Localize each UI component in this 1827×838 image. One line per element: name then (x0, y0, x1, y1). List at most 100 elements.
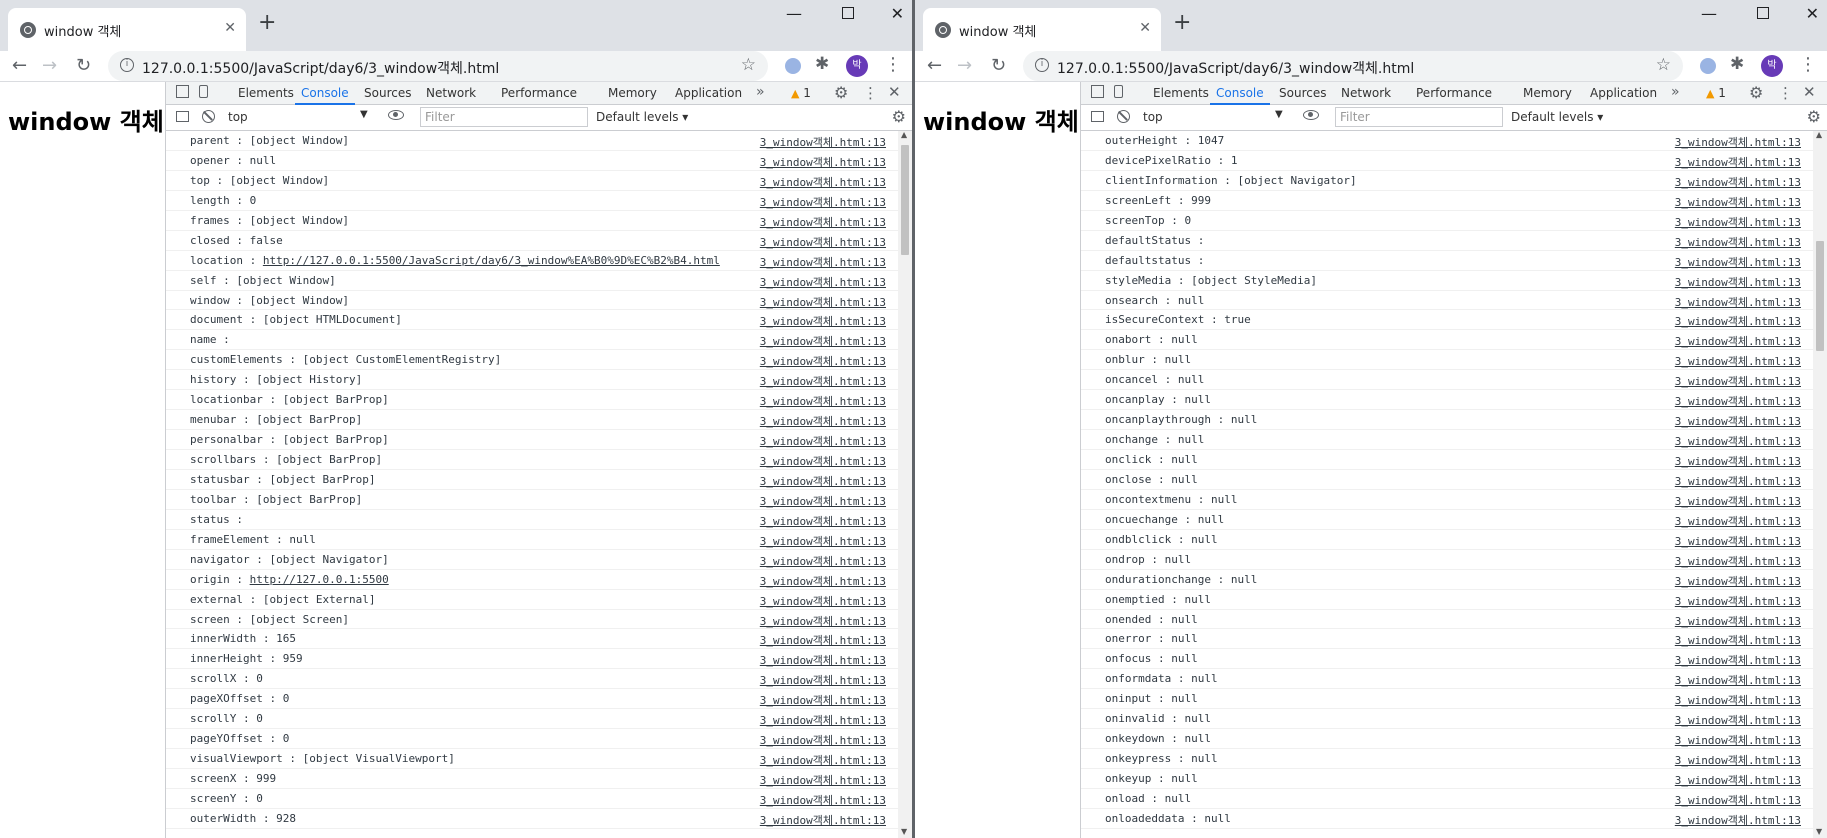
live-expression-eye-icon[interactable] (388, 110, 404, 120)
devtools-menu-icon[interactable]: ⋮ (863, 84, 878, 102)
more-tabs-icon[interactable]: » (1671, 84, 1680, 100)
source-link[interactable]: 3_window객체.html:13 (1675, 453, 1801, 469)
devtools-tab-performance[interactable]: Performance (501, 86, 577, 100)
source-link[interactable]: 3_window객체.html:13 (1675, 613, 1801, 629)
devtools-menu-icon[interactable]: ⋮ (1778, 84, 1793, 102)
source-link[interactable]: 3_window객체.html:13 (760, 593, 886, 609)
reload-icon[interactable]: ↻ (76, 55, 91, 76)
source-link[interactable]: 3_window객체.html:13 (1675, 553, 1801, 569)
context-selector[interactable]: top (1143, 110, 1163, 124)
window-close-icon[interactable]: ✕ (891, 4, 904, 23)
property-value-link[interactable]: http://127.0.0.1:5500 (250, 573, 389, 586)
source-link[interactable]: 3_window객체.html:13 (1675, 333, 1801, 349)
source-link[interactable]: 3_window객체.html:13 (760, 672, 886, 688)
devtools-settings-icon[interactable]: ⚙ (834, 83, 848, 102)
source-link[interactable]: 3_window객체.html:13 (760, 493, 886, 509)
warning-counter[interactable]: ▲ 1 (791, 86, 811, 100)
inspect-element-icon[interactable] (1091, 85, 1104, 98)
source-link[interactable]: 3_window객체.html:13 (760, 752, 886, 768)
source-link[interactable]: 3_window객체.html:13 (760, 274, 886, 290)
devtools-tab-memory[interactable]: Memory (1523, 86, 1572, 100)
browser-tab[interactable]: window 객체 ✕ (8, 8, 246, 51)
omnibox[interactable]: i 127.0.0.1:5500/JavaScript/day6/3_windo… (1023, 51, 1683, 81)
device-toolbar-icon[interactable] (1114, 85, 1123, 98)
source-link[interactable]: 3_window객체.html:13 (1675, 413, 1801, 429)
source-link[interactable]: 3_window객체.html:13 (1675, 393, 1801, 409)
scrollbar-thumb[interactable] (1816, 241, 1824, 351)
source-link[interactable]: 3_window객체.html:13 (1675, 493, 1801, 509)
minimize-icon[interactable]: — (786, 4, 802, 23)
devtools-tab-elements[interactable]: Elements (238, 86, 294, 100)
console-scrollbar[interactable]: ▼ ▼ (1813, 131, 1827, 838)
source-link[interactable]: 3_window객체.html:13 (760, 214, 886, 230)
source-link[interactable]: 3_window객체.html:13 (760, 134, 886, 150)
source-link[interactable]: 3_window객체.html:13 (760, 712, 886, 728)
source-link[interactable]: 3_window객체.html:13 (1675, 573, 1801, 589)
property-value-link[interactable]: http://127.0.0.1:5500/JavaScript/day6/3_… (263, 254, 720, 267)
inspect-element-icon[interactable] (176, 85, 189, 98)
back-arrow-icon[interactable]: ← (927, 55, 942, 76)
forward-arrow-icon[interactable]: → (957, 55, 972, 76)
source-link[interactable]: 3_window객체.html:13 (1675, 672, 1801, 688)
source-link[interactable]: 3_window객체.html:13 (760, 194, 886, 210)
source-link[interactable]: 3_window객체.html:13 (1675, 652, 1801, 668)
source-link[interactable]: 3_window객체.html:13 (760, 632, 886, 648)
back-arrow-icon[interactable]: ← (12, 55, 27, 76)
source-link[interactable]: 3_window객체.html:13 (1675, 513, 1801, 529)
source-link[interactable]: 3_window객체.html:13 (1675, 772, 1801, 788)
source-link[interactable]: 3_window객체.html:13 (760, 692, 886, 708)
source-link[interactable]: 3_window객체.html:13 (760, 313, 886, 329)
chevron-down-icon[interactable]: ▼ (1275, 109, 1283, 120)
source-link[interactable]: 3_window객체.html:13 (1675, 373, 1801, 389)
source-link[interactable]: 3_window객체.html:13 (760, 573, 886, 589)
devtools-tab-network[interactable]: Network (426, 86, 476, 100)
clear-console-icon[interactable] (202, 110, 215, 123)
forward-arrow-icon[interactable]: → (42, 55, 57, 76)
tab-close-icon[interactable]: ✕ (1139, 20, 1151, 36)
browser-menu-icon[interactable]: ⋮ (1799, 54, 1817, 75)
extension-icon[interactable] (1700, 58, 1716, 74)
source-link[interactable]: 3_window객체.html:13 (760, 174, 886, 190)
source-link[interactable]: 3_window객체.html:13 (1675, 194, 1801, 210)
clear-console-icon[interactable] (1117, 110, 1130, 123)
scroll-down-icon[interactable]: ▼ (901, 827, 907, 836)
profile-avatar[interactable]: 박 (846, 55, 868, 77)
source-link[interactable]: 3_window객체.html:13 (760, 533, 886, 549)
devtools-tab-console[interactable]: Console (1210, 86, 1270, 105)
source-link[interactable]: 3_window객체.html:13 (1675, 313, 1801, 329)
source-link[interactable]: 3_window객체.html:13 (760, 732, 886, 748)
minimize-icon[interactable]: — (1701, 4, 1717, 23)
source-link[interactable]: 3_window객체.html:13 (760, 772, 886, 788)
new-tab-icon[interactable]: + (1173, 12, 1191, 34)
scroll-up-icon[interactable]: ▼ (901, 131, 907, 140)
console-filter-input[interactable] (1335, 107, 1503, 127)
devtools-close-icon[interactable]: ✕ (888, 83, 901, 101)
source-link[interactable]: 3_window객체.html:13 (1675, 632, 1801, 648)
devtools-tab-elements[interactable]: Elements (1153, 86, 1209, 100)
live-expression-eye-icon[interactable] (1303, 110, 1319, 120)
source-link[interactable]: 3_window객체.html:13 (1675, 732, 1801, 748)
source-link[interactable]: 3_window객체.html:13 (1675, 812, 1801, 828)
omnibox[interactable]: i 127.0.0.1:5500/JavaScript/day6/3_windo… (108, 51, 768, 81)
source-link[interactable]: 3_window객체.html:13 (760, 652, 886, 668)
devtools-tab-network[interactable]: Network (1341, 86, 1391, 100)
source-link[interactable]: 3_window객체.html:13 (1675, 234, 1801, 250)
source-link[interactable]: 3_window객체.html:13 (760, 513, 886, 529)
source-link[interactable]: 3_window객체.html:13 (1675, 174, 1801, 190)
bookmark-star-icon[interactable]: ☆ (741, 55, 756, 75)
console-sidebar-icon[interactable] (176, 111, 189, 122)
more-tabs-icon[interactable]: » (756, 84, 765, 100)
profile-avatar[interactable]: 박 (1761, 55, 1783, 77)
source-link[interactable]: 3_window객체.html:13 (760, 453, 886, 469)
info-icon[interactable]: i (1035, 58, 1049, 72)
devtools-close-icon[interactable]: ✕ (1803, 83, 1816, 101)
devtools-settings-icon[interactable]: ⚙ (1749, 83, 1763, 102)
source-link[interactable]: 3_window객체.html:13 (1675, 214, 1801, 230)
window-close-icon[interactable]: ✕ (1806, 4, 1819, 23)
console-settings-icon[interactable]: ⚙ (892, 107, 906, 126)
scroll-down-icon[interactable]: ▼ (1816, 827, 1822, 836)
source-link[interactable]: 3_window객체.html:13 (760, 553, 886, 569)
console-filter-input[interactable] (420, 107, 588, 127)
source-link[interactable]: 3_window객체.html:13 (760, 154, 886, 170)
source-link[interactable]: 3_window객체.html:13 (1675, 752, 1801, 768)
